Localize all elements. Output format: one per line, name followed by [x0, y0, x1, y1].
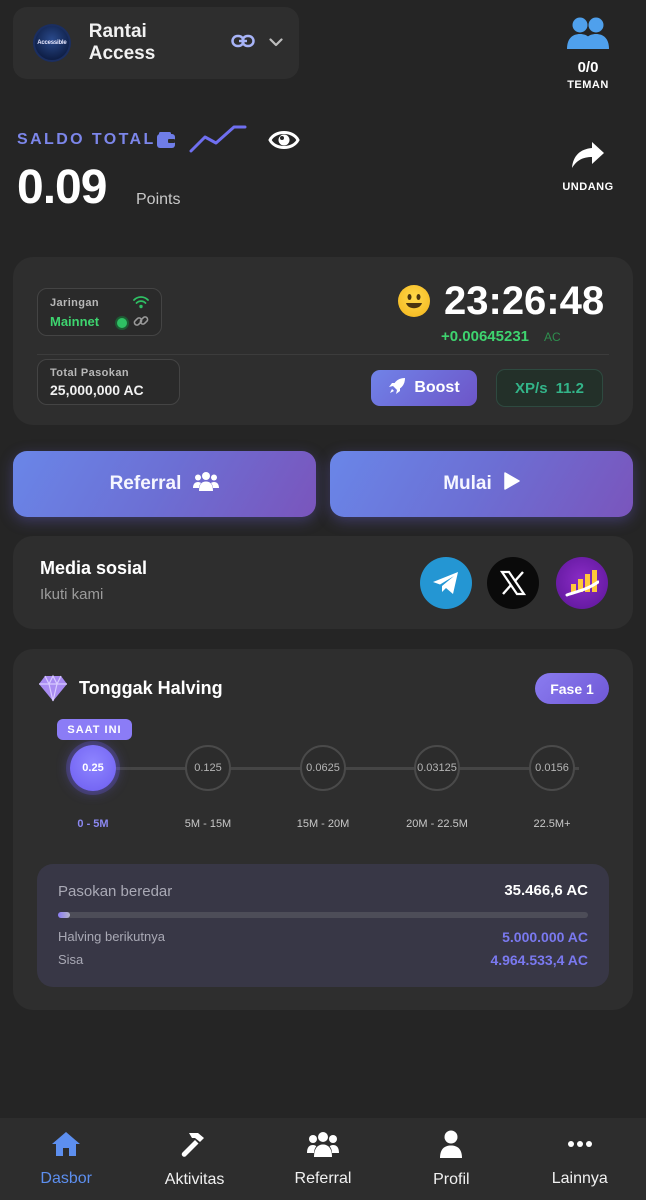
referral-button[interactable]: Referral — [13, 451, 316, 517]
telegram-icon[interactable] — [420, 557, 472, 609]
halving-milestones-card: Tonggak Halving Fase 1 SAAT INI Pasokan … — [13, 649, 633, 1010]
account-switcher[interactable]: Accessible Rantai Access — [13, 7, 299, 79]
start-label: Mulai — [443, 473, 492, 494]
user-icon — [439, 1130, 463, 1163]
total-supply-value: 25,000,000 AC — [50, 382, 144, 398]
more-icon — [567, 1131, 593, 1162]
users-group-icon — [193, 471, 220, 497]
stats-icon[interactable] — [556, 557, 608, 609]
supply-panel: Pasokan beredar 35.466,6 AC Halving beri… — [37, 864, 609, 987]
network-value: Mainnet — [50, 314, 100, 329]
share-icon — [548, 140, 628, 175]
nav-label-referral: Referral — [294, 1169, 352, 1187]
nav-label-profile: Profil — [433, 1170, 470, 1188]
nav-label-activity: Aktivitas — [164, 1170, 225, 1188]
social-subtitle: Ikuti kami — [40, 586, 104, 603]
total-supply-label: Total Pasokan — [50, 367, 129, 379]
friends-count: 0/0 — [577, 59, 599, 76]
halving-title: Tonggak Halving — [79, 678, 223, 698]
milestone-range: 22.5M+ — [533, 818, 571, 830]
smiley-emoji-icon — [398, 285, 430, 317]
nav-item-referral[interactable]: Referral — [263, 1131, 383, 1188]
milestone-node: 0.25 — [70, 745, 116, 791]
eye-icon[interactable] — [268, 127, 300, 158]
balance-label: SALDO TOTAL — [17, 131, 156, 148]
current-badge: SAAT INI — [57, 719, 132, 740]
nav-label-dashboard: Dasbor — [40, 1169, 92, 1187]
friends-counter[interactable]: 0/0 TEMAN — [548, 16, 628, 91]
home-icon — [51, 1131, 81, 1162]
account-name: Rantai Access — [88, 21, 156, 64]
play-icon — [504, 472, 520, 496]
wallet-icon — [157, 132, 175, 153]
rocket-icon — [388, 377, 406, 400]
xp-value: 11.2 — [555, 379, 584, 397]
trend-chart-icon — [189, 123, 247, 160]
mining-rate: +0.00645231 — [441, 328, 530, 345]
milestone-range: 0 - 5M — [77, 818, 109, 830]
hammer-icon — [180, 1130, 210, 1163]
next-halving-value: 5.000.000 AC — [502, 929, 588, 945]
milestone-node: 0.0625 — [300, 745, 346, 791]
balance-value: 0.09 — [17, 161, 107, 214]
circulating-label: Pasokan beredar — [58, 883, 173, 900]
social-title: Media sosial — [40, 558, 148, 578]
halving-progress-fill — [58, 912, 70, 918]
app-logo: Accessible — [33, 24, 71, 62]
nav-label-more: Lainnya — [551, 1169, 608, 1187]
balance-unit: Points — [136, 191, 181, 208]
mining-status-card: Jaringan Mainnet 23:26:48 +0.00645231 AC… — [13, 257, 633, 425]
remaining-label: Sisa — [58, 952, 84, 967]
nav-item-dashboard[interactable]: Dasbor — [6, 1131, 126, 1188]
remaining-value: 4.964.533,4 AC — [490, 952, 588, 968]
x-icon[interactable] — [487, 557, 539, 609]
social-media-card: Media sosial Ikuti kami — [13, 536, 633, 629]
wifi-icon — [133, 295, 149, 314]
milestone-range: 15M - 20M — [296, 818, 350, 830]
xp-rate: XP/s 11.2 — [496, 369, 603, 407]
halving-progress-bar — [58, 912, 588, 918]
invite-button[interactable]: UNDANG — [548, 140, 628, 193]
nav-item-activity[interactable]: Aktivitas — [135, 1130, 255, 1189]
next-halving-label: Halving berikutnya — [58, 929, 165, 944]
mining-timer: 23:26:48 — [444, 279, 605, 323]
diamond-icon — [38, 674, 68, 707]
nav-item-profile[interactable]: Profil — [391, 1130, 511, 1189]
boost-label: Boost — [414, 379, 460, 396]
link-icon — [231, 34, 255, 53]
circulating-value: 35.466,6 AC — [504, 882, 588, 899]
mining-rate-unit: AC — [544, 330, 561, 344]
friends-icon — [548, 16, 628, 55]
network-label: Jaringan — [50, 297, 100, 309]
milestone-node: 0.03125 — [414, 745, 460, 791]
nav-item-more[interactable]: Lainnya — [520, 1131, 640, 1188]
invite-label: UNDANG — [562, 181, 614, 193]
boost-button[interactable]: Boost — [371, 370, 477, 406]
divider — [37, 354, 609, 355]
referral-label: Referral — [109, 473, 182, 494]
friends-label: TEMAN — [567, 79, 609, 91]
xp-label: XP/s — [515, 379, 548, 397]
milestone-node: 0.0156 — [529, 745, 575, 791]
chain-link-icon — [133, 313, 149, 334]
phase-badge: Fase 1 — [535, 673, 609, 704]
network-status: Jaringan Mainnet — [37, 288, 162, 336]
start-button[interactable]: Mulai — [330, 451, 633, 517]
bottom-navigation: Dasbor Aktivitas Referral Profil Lainnya — [0, 1118, 646, 1200]
milestone-node: 0.125 — [185, 745, 231, 791]
online-dot-icon — [117, 318, 127, 328]
total-supply: Total Pasokan 25,000,000 AC — [37, 359, 180, 405]
chevron-down-icon[interactable] — [269, 34, 283, 52]
users-icon — [306, 1131, 339, 1162]
milestone-range: 5M - 15M — [184, 818, 232, 830]
milestone-range: 20M - 22.5M — [406, 818, 468, 830]
